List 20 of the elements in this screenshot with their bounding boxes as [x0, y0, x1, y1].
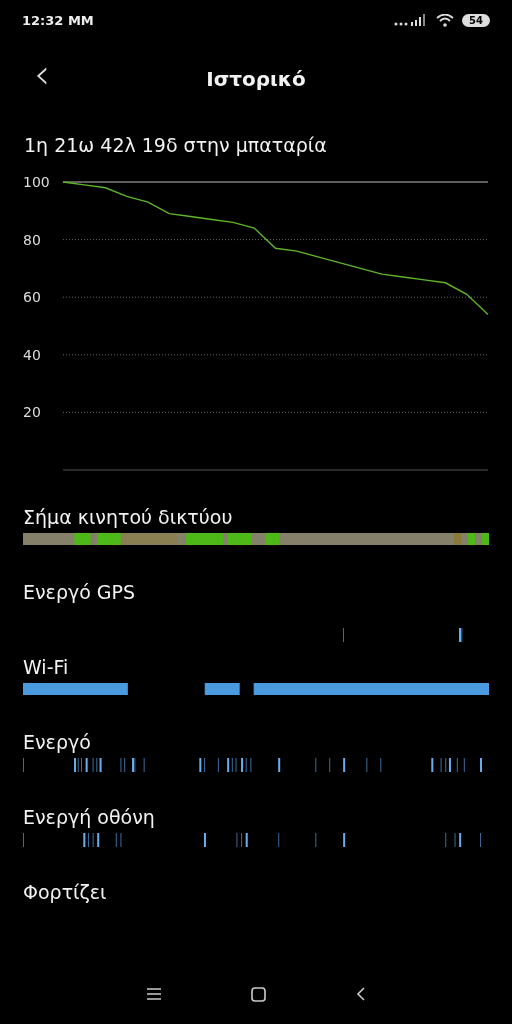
menu-icon[interactable] — [147, 988, 161, 1000]
home-icon[interactable] — [251, 986, 266, 1002]
track-label: Wi-Fi — [23, 656, 70, 680]
track-label: Ενεργό — [23, 731, 92, 755]
track-label: Σήμα κινητού δικτύου — [23, 506, 234, 530]
axis-tick-label: 100 — [23, 174, 50, 190]
status-time: 12:32 MM — [22, 12, 94, 28]
wifi-icon — [436, 13, 455, 27]
back-button[interactable]: ‹ — [30, 54, 54, 94]
axis-tick-label: 80 — [23, 231, 41, 248]
battery-duration: 1η 21ω 42λ 19δ στην μπαταρία — [24, 134, 328, 156]
track-label: Ενεργή οθόνη — [23, 806, 156, 830]
axis-tick-label: 60 — [23, 289, 41, 306]
axis-tick-label: 40 — [23, 346, 41, 363]
back-icon[interactable] — [356, 987, 365, 1001]
track-label: Ενεργό GPS — [23, 581, 137, 605]
track-label: Φορτίζει — [23, 881, 108, 905]
battery-indicator: 54 — [462, 13, 490, 27]
page-title: Ιστορικό — [206, 67, 306, 91]
axis-tick-label: 20 — [23, 404, 41, 421]
